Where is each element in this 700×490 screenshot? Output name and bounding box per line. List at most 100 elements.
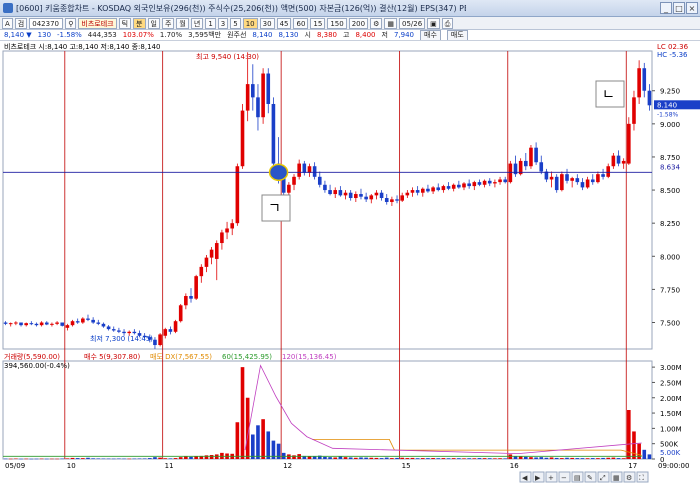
volume-bar xyxy=(163,458,168,459)
volume-bar xyxy=(498,458,502,459)
interval-5[interactable]: 5 xyxy=(230,17,241,29)
price-chart-svg[interactable]: 9.250 9.000 8.750 8.500 8.250 8.000 7.750 7.500… xyxy=(0,41,700,488)
candle-body xyxy=(184,296,188,306)
candle-body xyxy=(632,97,636,124)
candle-body xyxy=(457,184,461,188)
price-axis-label: 9.250 xyxy=(660,88,680,96)
volume-bar xyxy=(446,458,451,459)
maximize-button[interactable]: □ xyxy=(673,2,685,14)
candle-body xyxy=(297,163,301,177)
candle-body xyxy=(431,187,435,192)
toggle-button[interactable]: A xyxy=(2,17,13,29)
volume-bar xyxy=(426,458,430,459)
candle-body xyxy=(539,162,544,172)
volume-bar xyxy=(343,457,348,459)
interval-1[interactable]: 1 xyxy=(205,17,216,29)
volume-bar xyxy=(554,457,559,459)
right-icon-glyph: ▶ xyxy=(535,474,541,482)
grid-button[interactable]: ▦ xyxy=(384,17,397,29)
time-axis-label: 16 xyxy=(510,462,519,470)
volume-bar xyxy=(86,457,90,459)
max-annotation: 최고 9,540 (14:30) xyxy=(196,52,259,61)
period-month[interactable]: 월 xyxy=(176,17,189,29)
period-minute[interactable]: 분 xyxy=(133,17,146,29)
quote-bar: 8,140 ▼ 130 -1.58% 444,353 103.07% 1.70%… xyxy=(0,30,700,41)
volume-bar xyxy=(158,457,162,459)
candle-body xyxy=(39,322,44,326)
candle-body xyxy=(451,184,456,189)
interval-60[interactable]: 60 xyxy=(293,17,309,29)
volume-bar xyxy=(616,458,621,459)
close-button[interactable]: × xyxy=(686,2,698,14)
date-input[interactable]: 05/26 xyxy=(398,17,426,29)
candle-body xyxy=(214,243,219,259)
volume-bar xyxy=(14,458,18,460)
volume-bar xyxy=(338,456,343,459)
period-year[interactable]: 년 xyxy=(190,17,204,29)
market-select[interactable]: 검 xyxy=(14,17,28,29)
candle-body xyxy=(302,163,307,173)
candle-body xyxy=(168,329,173,332)
volume-bar xyxy=(374,457,379,459)
volume-bar xyxy=(462,458,466,459)
chart-icon-glyph: ▤ xyxy=(574,474,581,482)
buy-button[interactable]: 매수 xyxy=(420,30,441,40)
volume-sub-label: 394,560.00(-0.4%) xyxy=(4,362,70,370)
interval-3[interactable]: 3 xyxy=(217,17,229,29)
volume-legend-ma60: 60(15,425.95) xyxy=(222,353,272,361)
volume-rate: 103.07% xyxy=(122,31,154,39)
count-input[interactable]: 15 xyxy=(310,17,326,29)
search-button[interactable]: ⚲ xyxy=(65,17,77,29)
candle-body xyxy=(328,190,332,195)
time-axis-label: 10 xyxy=(67,462,76,470)
period-week[interactable]: 주 xyxy=(161,17,175,29)
candle-body xyxy=(91,319,95,323)
price-legend: 비츠로테크 시:8,140 고:8,140 저:8,140 종:8,140 xyxy=(4,42,160,51)
candle-body xyxy=(70,321,75,326)
candle-body xyxy=(317,176,322,185)
candle-body xyxy=(14,322,18,324)
candle-body xyxy=(534,147,538,163)
interval-10[interactable]: 10 xyxy=(242,17,258,29)
volume-bar xyxy=(256,425,260,459)
volume-bar xyxy=(503,458,508,459)
chart-area[interactable]: 9.250 9.000 8.750 8.500 8.250 8.000 7.750 7.500… xyxy=(0,41,700,488)
candle-body xyxy=(8,323,13,325)
interval-45[interactable]: 45 xyxy=(276,17,292,29)
volume-legend-title: 거래량(5,590.00) xyxy=(4,352,60,361)
candle-body xyxy=(245,84,250,111)
interval-30[interactable]: 30 xyxy=(259,17,275,29)
period-tick[interactable]: 틱 xyxy=(118,17,132,29)
save-button[interactable]: ▣ xyxy=(427,17,440,29)
sell-button[interactable]: 매도 xyxy=(446,30,468,40)
candle-body xyxy=(122,331,126,334)
hc-label: HC -5.36 xyxy=(657,51,688,59)
candle-body xyxy=(565,174,569,181)
minimize-button[interactable]: _ xyxy=(660,2,672,14)
scale-input[interactable]: 200 xyxy=(348,17,369,29)
volume-bar xyxy=(601,457,605,459)
volume-bar xyxy=(168,458,173,459)
print-button[interactable]: ⎙ xyxy=(441,17,454,29)
volume-bar xyxy=(415,458,420,459)
volume-axis-label: 1.00M xyxy=(660,425,682,433)
low-price: 7,940 xyxy=(393,31,414,39)
candle-body xyxy=(415,190,420,193)
price-axis-label: 7.500 xyxy=(660,320,680,328)
candle-body xyxy=(364,196,368,200)
period-day[interactable]: 일 xyxy=(147,17,160,29)
volume-axis-label: 500K xyxy=(660,441,678,449)
volume-bar xyxy=(122,458,126,460)
stock-code-input[interactable]: 042370 xyxy=(29,17,64,29)
price-axis-label: 8.000 xyxy=(660,253,680,261)
volume-axis-label: 3.00M xyxy=(660,364,682,372)
candle-body xyxy=(374,192,379,196)
candle-body xyxy=(307,166,312,173)
volume-bar xyxy=(348,457,353,459)
volume-bar xyxy=(642,449,647,459)
range-input[interactable]: 150 xyxy=(327,17,347,29)
volume-bar xyxy=(534,457,538,459)
volume-bar xyxy=(147,458,152,459)
candle-body xyxy=(472,182,477,187)
gear-button[interactable]: ⚙ xyxy=(370,17,383,29)
